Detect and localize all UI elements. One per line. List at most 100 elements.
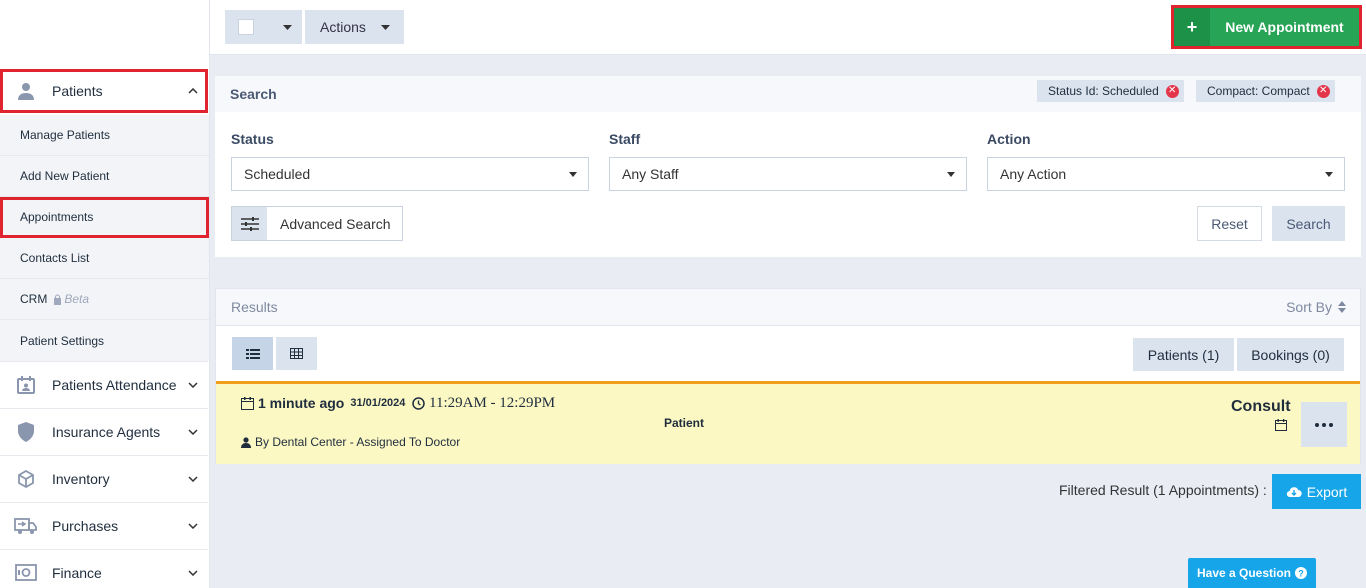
advanced-search-button[interactable]: Advanced Search bbox=[231, 206, 403, 241]
box-icon bbox=[0, 470, 52, 488]
new-appointment-highlight: + New Appointment bbox=[1171, 5, 1362, 49]
reset-button[interactable]: Reset bbox=[1197, 206, 1262, 241]
patients-submenu: Manage Patients Add New Patient Appointm… bbox=[0, 115, 209, 361]
submenu-patient-settings[interactable]: Patient Settings bbox=[0, 320, 209, 361]
appointment-relative-time: 1 minute ago bbox=[258, 395, 345, 411]
help-label: Have a Question bbox=[1196, 566, 1292, 580]
submenu-appointments[interactable]: Appointments bbox=[0, 197, 209, 238]
grid-view-button[interactable] bbox=[276, 337, 317, 370]
submenu-label: Appointments bbox=[20, 210, 94, 224]
plus-icon: + bbox=[1174, 8, 1210, 46]
sidebar-item-label: Insurance Agents bbox=[52, 424, 161, 440]
select-all-checkbox[interactable] bbox=[238, 19, 254, 35]
list-view-button[interactable] bbox=[232, 337, 273, 370]
action-select[interactable]: Any Action bbox=[987, 157, 1345, 191]
sidebar-item-patients[interactable]: Patients bbox=[0, 69, 208, 113]
list-icon bbox=[245, 348, 260, 359]
ellipsis-icon bbox=[1315, 422, 1333, 427]
truck-icon bbox=[0, 517, 52, 535]
staff-select[interactable]: Any Staff bbox=[609, 157, 967, 191]
chevron-down-icon bbox=[178, 382, 208, 388]
remove-chip-icon[interactable]: ✕ bbox=[1316, 84, 1330, 98]
sidebar-item-inventory[interactable]: Inventory bbox=[0, 455, 208, 502]
toolbar: Actions + New Appointment bbox=[210, 0, 1366, 55]
appointment-date: 31/01/2024 bbox=[350, 397, 406, 409]
clock-icon bbox=[412, 397, 425, 410]
search-button[interactable]: Search bbox=[1272, 206, 1345, 241]
caret-down-icon bbox=[283, 25, 292, 30]
submenu-label: Contacts List bbox=[20, 251, 90, 265]
shield-icon bbox=[0, 422, 52, 442]
new-appointment-label: New Appointment bbox=[1225, 19, 1344, 35]
staff-value: Any Staff bbox=[622, 166, 679, 182]
beta-badge: Beta bbox=[53, 292, 89, 306]
sidebar: Patients Manage Patients Add New Patient… bbox=[0, 0, 210, 588]
appointment-patient[interactable]: Patient bbox=[664, 416, 704, 430]
caret-down-icon bbox=[381, 25, 390, 30]
patient-icon bbox=[0, 82, 52, 100]
sidebar-item-label: Finance bbox=[52, 565, 102, 581]
more-options-button[interactable] bbox=[1301, 402, 1347, 447]
submenu-manage-patients[interactable]: Manage Patients bbox=[0, 115, 209, 156]
tab-bookings[interactable]: Bookings (0) bbox=[1237, 338, 1344, 371]
results-panel: Results Sort By Patients (1) Bookings (0… bbox=[215, 288, 1361, 464]
chevron-up-icon bbox=[178, 88, 208, 94]
status-value: Scheduled bbox=[244, 166, 311, 182]
appointment-time: 11:29AM - 12:29PM bbox=[412, 395, 555, 412]
calendar-user-icon bbox=[0, 376, 52, 394]
remove-chip-icon[interactable]: ✕ bbox=[1165, 84, 1179, 98]
search-header: Search Status Id: Scheduled ✕ Compact: C… bbox=[215, 76, 1361, 112]
actions-dropdown[interactable]: Actions bbox=[305, 10, 404, 44]
search-panel: Search Status Id: Scheduled ✕ Compact: C… bbox=[215, 76, 1361, 257]
status-select[interactable]: Scheduled bbox=[231, 157, 589, 191]
lock-icon bbox=[54, 294, 62, 305]
question-icon: ? bbox=[1295, 567, 1308, 579]
bulk-select-dropdown[interactable] bbox=[225, 10, 302, 44]
sidebar-item-label: Inventory bbox=[52, 471, 110, 487]
search-title: Search bbox=[230, 86, 277, 102]
appointment-type: Consult bbox=[1231, 398, 1291, 415]
sidebar-item-label: Patients Attendance bbox=[52, 377, 177, 393]
cloud-download-icon bbox=[1286, 486, 1302, 497]
actions-label: Actions bbox=[320, 19, 366, 35]
export-label: Export bbox=[1306, 483, 1348, 500]
calendar-icon bbox=[241, 396, 254, 410]
sidebar-item-finance[interactable]: Finance bbox=[0, 549, 208, 588]
dropdown-arrow-icon bbox=[569, 172, 577, 177]
chevron-down-icon bbox=[178, 429, 208, 435]
sort-label: Sort By bbox=[1286, 299, 1332, 315]
action-label: Action bbox=[987, 131, 1031, 147]
sidebar-item-patients-attendance[interactable]: Patients Attendance bbox=[0, 361, 208, 408]
filter-chip-compact: Compact: Compact ✕ bbox=[1196, 80, 1335, 102]
svg-text:?: ? bbox=[1298, 568, 1304, 578]
user-icon bbox=[241, 436, 251, 448]
sidebar-item-purchases[interactable]: Purchases bbox=[0, 502, 208, 549]
chevron-down-icon bbox=[178, 476, 208, 482]
status-label: Status bbox=[231, 131, 274, 147]
help-button[interactable]: Have a Question ? bbox=[1188, 558, 1316, 588]
filter-chip-status: Status Id: Scheduled ✕ bbox=[1037, 80, 1184, 102]
appointment-by-text: By Dental Center - Assigned To Doctor bbox=[255, 435, 461, 449]
sort-by-button[interactable]: Sort By bbox=[1286, 299, 1346, 315]
calendar-icon bbox=[1275, 419, 1287, 431]
dropdown-arrow-icon bbox=[1325, 172, 1333, 177]
submenu-add-new-patient[interactable]: Add New Patient bbox=[0, 156, 209, 197]
action-value: Any Action bbox=[1000, 166, 1067, 182]
staff-label: Staff bbox=[609, 131, 641, 147]
sliders-icon bbox=[232, 207, 267, 240]
appointment-by: By Dental Center - Assigned To Doctor bbox=[241, 435, 460, 449]
submenu-label: Patient Settings bbox=[20, 333, 105, 348]
sidebar-item-insurance-agents[interactable]: Insurance Agents bbox=[0, 408, 208, 455]
submenu-crm[interactable]: CRM Beta bbox=[0, 279, 209, 320]
appointment-when: 1 minute ago 31/01/2024 bbox=[241, 395, 405, 411]
submenu-label: Add New Patient bbox=[20, 169, 110, 183]
export-button[interactable]: Export bbox=[1272, 474, 1361, 509]
new-appointment-button[interactable]: + New Appointment bbox=[1174, 8, 1359, 46]
tab-patients[interactable]: Patients (1) bbox=[1133, 338, 1234, 371]
beta-label: Beta bbox=[64, 292, 90, 306]
chevron-down-icon bbox=[178, 523, 208, 529]
chip-label: Compact: Compact bbox=[1207, 84, 1310, 98]
appointment-row[interactable]: 1 minute ago 31/01/2024 11:29AM - 12:29P… bbox=[216, 381, 1360, 464]
dropdown-arrow-icon bbox=[947, 172, 955, 177]
submenu-contacts-list[interactable]: Contacts List bbox=[0, 238, 209, 279]
